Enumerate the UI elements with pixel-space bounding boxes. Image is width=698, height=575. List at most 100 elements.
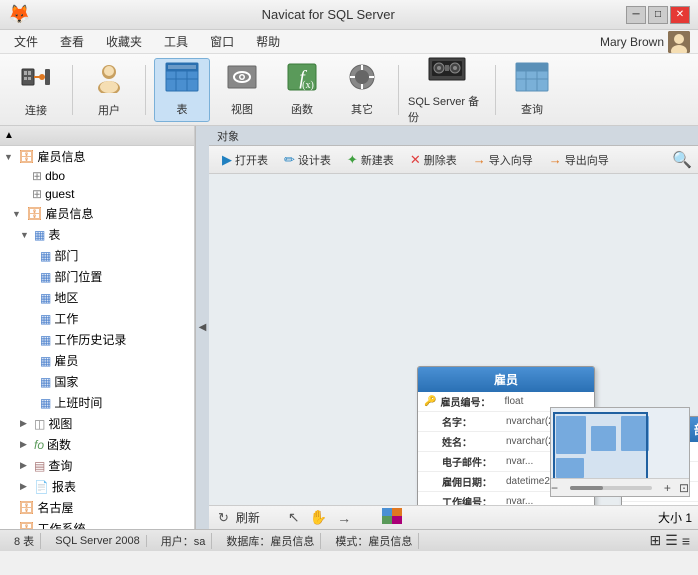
other-label: 其它 bbox=[351, 101, 373, 117]
status-right: ⊞ ☰ ≡ bbox=[650, 532, 690, 549]
connect-icon bbox=[20, 61, 52, 98]
new-table-btn[interactable]: ✦ 新建表 bbox=[340, 149, 401, 171]
menu-help[interactable]: 帮助 bbox=[246, 31, 290, 52]
import-wizard-icon: → bbox=[473, 152, 486, 167]
other-icon bbox=[346, 62, 378, 97]
menu-favorites[interactable]: 收藏夹 bbox=[96, 31, 152, 52]
open-table-btn[interactable]: ▶ 打开表 bbox=[215, 149, 275, 171]
export-wizard-btn[interactable]: → 导出向导 bbox=[542, 149, 616, 171]
status-mode: 模式：雇员信息 bbox=[329, 533, 419, 549]
design-table-btn[interactable]: ✏ 设计表 bbox=[277, 149, 338, 171]
sidebar-item-work-system[interactable]: 🗄 工作系统 bbox=[0, 518, 194, 529]
toolbar-user[interactable]: 用户 bbox=[81, 58, 137, 122]
toolbar-func[interactable]: f (x) 函数 bbox=[274, 58, 330, 122]
sidebar-toggle[interactable]: ◀ bbox=[195, 126, 209, 529]
sidebar-item-funcs-group[interactable]: ▶ fo 函数 bbox=[0, 434, 194, 455]
toolbar-table[interactable]: 表 bbox=[154, 58, 210, 122]
refresh-icon[interactable]: ↻ bbox=[215, 510, 232, 526]
view-label: 视图 bbox=[231, 101, 253, 117]
sidebar-item-dept[interactable]: ▦ 部门 bbox=[0, 245, 194, 266]
app-logo: 🦊 bbox=[8, 4, 30, 25]
toolbar-other[interactable]: 其它 bbox=[334, 58, 390, 122]
close-button[interactable]: ✕ bbox=[670, 6, 690, 24]
table-label: 表 bbox=[177, 101, 188, 117]
toolbar-connect[interactable]: 连接 bbox=[8, 58, 64, 122]
menu-window[interactable]: 窗口 bbox=[200, 31, 244, 52]
toolbar-view[interactable]: 视图 bbox=[214, 58, 270, 122]
user-name: Mary Brown bbox=[600, 35, 664, 49]
func-icon: f (x) bbox=[286, 62, 318, 97]
open-table-icon: ▶ bbox=[222, 152, 232, 168]
toolbar-backup[interactable]: SQL Server 备份 bbox=[407, 58, 487, 122]
status-grid-icon[interactable]: ⊞ bbox=[650, 532, 662, 549]
window-controls[interactable]: ─ □ ✕ bbox=[626, 6, 690, 24]
er-table-employee-header: 雇员 bbox=[418, 367, 594, 392]
minimap[interactable]: − + ⊡ bbox=[550, 407, 690, 497]
toolbar: 连接 用户 表 bbox=[0, 54, 698, 126]
maximize-button[interactable]: □ bbox=[648, 6, 668, 24]
hand-tool[interactable]: ✋ bbox=[307, 509, 330, 526]
status-list-icon[interactable]: ☰ bbox=[665, 532, 678, 549]
minimap-reset[interactable]: ⊡ bbox=[679, 481, 689, 495]
sidebar-item-employee[interactable]: ▦ 雇员 bbox=[0, 350, 194, 371]
minimap-zoom-out[interactable]: − bbox=[551, 481, 558, 495]
sidebar-item-region[interactable]: ▦ 地区 bbox=[0, 287, 194, 308]
sidebar-item-work[interactable]: ▦ 工作 bbox=[0, 308, 194, 329]
import-wizard-label: 导入向导 bbox=[489, 152, 533, 168]
key-icon: 🔑 bbox=[424, 396, 436, 407]
sidebar-item-guest[interactable]: ⊞ guest bbox=[0, 185, 194, 203]
delete-table-icon: ✕ bbox=[410, 152, 421, 168]
sidebar-item-employees-schema[interactable]: ▼ 🗄 雇员信息 bbox=[0, 203, 194, 224]
status-detail-icon[interactable]: ≡ bbox=[682, 533, 690, 549]
sidebar-item-employees-db[interactable]: ▼ 🗄 雇员信息 bbox=[0, 146, 194, 167]
sidebar-item-tables-group[interactable]: ▼ ▦ 表 bbox=[0, 224, 194, 245]
obj-header-bar: 对象 bbox=[209, 126, 698, 146]
delete-table-btn[interactable]: ✕ 删除表 bbox=[403, 149, 464, 171]
toolbar-sep-3 bbox=[398, 65, 399, 115]
import-wizard-btn[interactable]: → 导入向导 bbox=[466, 149, 540, 171]
zoom-label: 大小 1 bbox=[658, 509, 692, 526]
minimize-button[interactable]: ─ bbox=[626, 6, 646, 24]
user-area: Mary Brown bbox=[600, 31, 690, 53]
menu-file[interactable]: 文件 bbox=[4, 31, 48, 52]
diagram-canvas[interactable]: 雇员 🔑 雇员编号： float 名字： nvarchar(20) 姓名： nv… bbox=[209, 174, 698, 505]
toolbar-query[interactable]: 查询 bbox=[504, 58, 560, 122]
status-database: 数据库：雇员信息 bbox=[220, 533, 321, 549]
sidebar-item-views-group[interactable]: ▶ ◫ 视图 bbox=[0, 413, 194, 434]
sidebar-header: ▲ bbox=[0, 126, 194, 146]
table-icon bbox=[165, 62, 199, 97]
sidebar-collapse-icon[interactable]: ▲ bbox=[4, 130, 14, 141]
delete-table-label: 删除表 bbox=[424, 152, 457, 168]
obj-header-label: 对象 bbox=[217, 128, 239, 144]
user-avatar bbox=[668, 31, 690, 53]
minimap-zoom-in[interactable]: + bbox=[664, 481, 671, 495]
sidebar-item-reports-group[interactable]: ▶ 📄 报表 bbox=[0, 476, 194, 497]
menu-view[interactable]: 查看 bbox=[50, 31, 94, 52]
obj-toolbar: ▶ 打开表 ✏ 设计表 ✦ 新建表 ✕ 删除表 → 导入向导 → 导出向导 bbox=[209, 146, 698, 174]
backup-icon bbox=[427, 54, 467, 89]
sidebar-item-work-history[interactable]: ▦ 工作历史记录 bbox=[0, 329, 194, 350]
sidebar-item-schedule[interactable]: ▦ 上班时间 bbox=[0, 392, 194, 413]
cursor-tool[interactable]: ↖ bbox=[285, 509, 303, 526]
status-user: 用户：sa bbox=[155, 533, 213, 549]
main-layout: ▲ ▼ 🗄 雇员信息 ⊞ dbo ⊞ guest ▼ 🗄 雇员信息 ▼ ▦ 表 bbox=[0, 126, 698, 529]
bottom-toolbar: ↻ 刷新 ↖ ✋ → 大小 1 bbox=[209, 505, 698, 529]
backup-label: SQL Server 备份 bbox=[408, 93, 486, 125]
menu-tools[interactable]: 工具 bbox=[154, 31, 198, 52]
menu-bar: 文件 查看 收藏夹 工具 窗口 帮助 Mary Brown bbox=[0, 30, 698, 54]
status-table-count: 8 表 bbox=[8, 533, 41, 549]
search-icon[interactable]: 🔍 bbox=[672, 150, 692, 170]
sidebar-item-dept-location[interactable]: ▦ 部门位置 bbox=[0, 266, 194, 287]
toolbar-sep-4 bbox=[495, 65, 496, 115]
query-icon bbox=[515, 62, 549, 97]
sidebar-item-queries-group[interactable]: ▶ ▤ 查询 bbox=[0, 455, 194, 476]
sidebar: ▲ ▼ 🗄 雇员信息 ⊞ dbo ⊞ guest ▼ 🗄 雇员信息 ▼ ▦ 表 bbox=[0, 126, 195, 529]
sidebar-item-country[interactable]: ▦ 国家 bbox=[0, 371, 194, 392]
line-tool[interactable]: → bbox=[334, 510, 354, 526]
user-label: 用户 bbox=[98, 102, 120, 118]
color-picker[interactable] bbox=[379, 508, 405, 527]
status-bar: 8 表 SQL Server 2008 用户：sa 数据库：雇员信息 模式：雇员… bbox=[0, 529, 698, 551]
sidebar-item-dbo[interactable]: ⊞ dbo bbox=[0, 167, 194, 185]
sidebar-item-nagoya[interactable]: 🗄 名古屋 bbox=[0, 497, 194, 518]
new-table-icon: ✦ bbox=[347, 152, 358, 168]
